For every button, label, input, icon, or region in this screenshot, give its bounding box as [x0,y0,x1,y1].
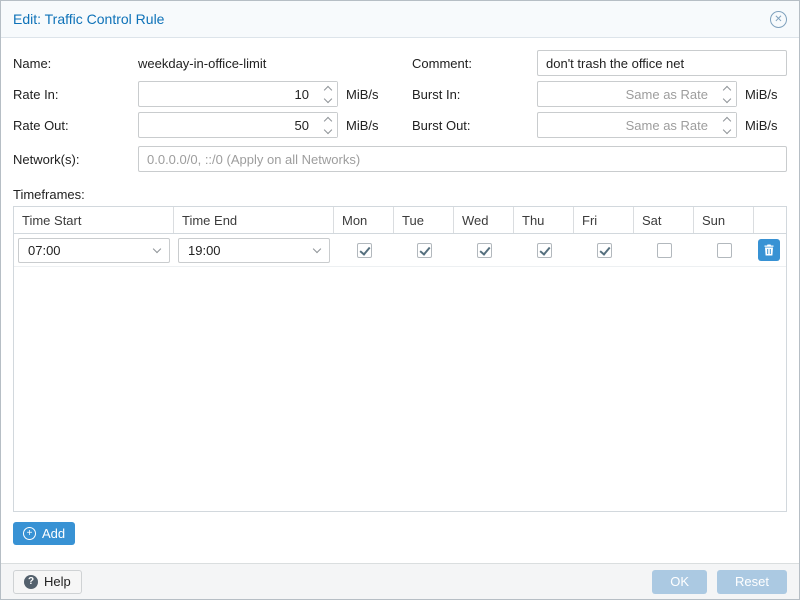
question-circle-icon [24,575,38,589]
timeframe-row: 07:00 19:00 [14,234,786,267]
time-start-combo[interactable]: 07:00 [18,238,170,263]
burst-out-label: Burst Out: [412,118,537,133]
rate-in-label: Rate In: [13,87,138,102]
rate-out-spinner[interactable] [138,112,338,138]
checkbox-sat[interactable] [657,243,672,258]
timeframes-grid-header: Time Start Time End Mon Tue Wed Thu Fri … [14,207,786,234]
spinner-up-icon[interactable] [717,113,736,125]
column-header-sat[interactable]: Sat [634,207,694,233]
burst-in-label: Burst In: [412,87,537,102]
checkbox-mon[interactable] [357,243,372,258]
burst-out-spin-buttons[interactable] [717,113,736,137]
checkbox-fri[interactable] [597,243,612,258]
checkbox-sun[interactable] [717,243,732,258]
rate-in-input[interactable] [138,81,338,107]
column-header-tue[interactable]: Tue [394,207,454,233]
checkbox-tue[interactable] [417,243,432,258]
burst-out-input[interactable] [537,112,737,138]
rate-out-label: Rate Out: [13,118,138,133]
burst-in-input[interactable] [537,81,737,107]
rate-out-spin-buttons[interactable] [318,113,337,137]
dialog-body: Name: weekday-in-office-limit Comment: R… [1,38,799,563]
plus-circle-icon [23,527,36,540]
networks-input[interactable] [138,146,787,172]
column-header-actions [754,207,786,233]
reset-button[interactable]: Reset [717,570,787,594]
dialog-footer: Help OK Reset [1,563,799,599]
burst-out-field-row: Burst Out: MiB/s [412,112,787,138]
spinner-down-icon[interactable] [717,125,736,137]
add-button-label: Add [42,526,65,541]
timeframes-label: Timeframes: [13,184,787,204]
time-start-value: 07:00 [28,243,61,258]
time-end-value: 19:00 [188,243,221,258]
edit-traffic-control-rule-dialog: Edit: Traffic Control Rule Name: weekday… [0,0,800,600]
burst-in-spin-buttons[interactable] [717,82,736,106]
comment-label: Comment: [412,56,537,71]
spinner-up-icon[interactable] [318,82,337,94]
rate-out-input[interactable] [138,112,338,138]
rate-in-field-row: Rate In: MiB/s [13,81,388,107]
rate-out-unit: MiB/s [346,118,379,133]
checkbox-wed[interactable] [477,243,492,258]
rate-in-spin-buttons[interactable] [318,82,337,106]
add-button[interactable]: Add [13,522,75,545]
spinner-down-icon[interactable] [318,94,337,106]
spinner-up-icon[interactable] [717,82,736,94]
help-button[interactable]: Help [13,570,82,594]
name-value: weekday-in-office-limit [138,56,266,71]
name-label: Name: [13,56,138,71]
burst-in-field-row: Burst In: MiB/s [412,81,787,107]
column-header-time-start[interactable]: Time Start [14,207,174,233]
chevron-down-icon [313,244,321,252]
chevron-down-icon [153,244,161,252]
comment-input[interactable] [537,50,787,76]
delete-row-button[interactable] [758,239,780,261]
timeframes-grid: Time Start Time End Mon Tue Wed Thu Fri … [13,206,787,512]
burst-in-unit: MiB/s [745,87,778,102]
row-actions-cell [754,234,788,266]
dialog-header: Edit: Traffic Control Rule [1,1,799,38]
burst-out-spinner[interactable] [537,112,737,138]
rate-in-unit: MiB/s [346,87,379,102]
close-icon[interactable] [770,11,787,28]
comment-field-row: Comment: [412,50,787,76]
burst-in-spinner[interactable] [537,81,737,107]
column-header-wed[interactable]: Wed [454,207,514,233]
timeframes-grid-empty-area [14,267,786,511]
rate-in-spinner[interactable] [138,81,338,107]
column-header-sun[interactable]: Sun [694,207,754,233]
help-button-label: Help [44,574,71,589]
dialog-title: Edit: Traffic Control Rule [13,11,770,27]
time-end-cell: 19:00 [174,234,334,266]
networks-field-row: Network(s): [13,146,787,172]
trash-icon [763,244,775,256]
time-start-cell: 07:00 [14,234,174,266]
spinner-up-icon[interactable] [318,113,337,125]
column-header-fri[interactable]: Fri [574,207,634,233]
rate-out-field-row: Rate Out: MiB/s [13,112,388,138]
form-grid: Name: weekday-in-office-limit Comment: R… [13,50,787,138]
time-end-combo[interactable]: 19:00 [178,238,330,263]
spinner-down-icon[interactable] [318,125,337,137]
column-header-time-end[interactable]: Time End [174,207,334,233]
burst-out-unit: MiB/s [745,118,778,133]
column-header-mon[interactable]: Mon [334,207,394,233]
column-header-thu[interactable]: Thu [514,207,574,233]
ok-button[interactable]: OK [652,570,707,594]
networks-label: Network(s): [13,152,138,167]
name-field-row: Name: weekday-in-office-limit [13,50,388,76]
spinner-down-icon[interactable] [717,94,736,106]
checkbox-thu[interactable] [537,243,552,258]
